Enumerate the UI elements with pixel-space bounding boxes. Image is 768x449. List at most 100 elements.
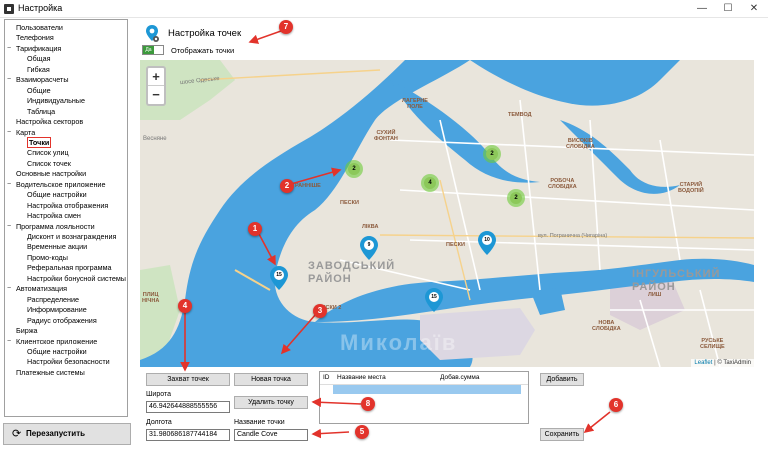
tree-expander-icon[interactable]: −: [7, 180, 15, 190]
longitude-field[interactable]: 31.980686187744184: [146, 429, 230, 441]
tree-item[interactable]: Таблица: [27, 107, 55, 117]
tree-item[interactable]: Реферальная программа: [27, 263, 112, 273]
tree-item[interactable]: Биржа: [16, 326, 38, 336]
tree-item[interactable]: Настройки безопасности: [27, 357, 110, 367]
grid-row-selected[interactable]: [333, 385, 521, 394]
tree-item-label: Платежные системы: [16, 367, 85, 377]
tree-expander-icon[interactable]: −: [7, 284, 15, 294]
map-cluster[interactable]: 4: [421, 174, 439, 192]
settings-tree[interactable]: Пользователи Телефония − Тарификация Общая Ги…: [4, 19, 128, 417]
tree-expander-icon[interactable]: −: [7, 337, 15, 347]
maximize-button[interactable]: ☐: [716, 1, 740, 16]
pin-count: 15: [429, 292, 439, 302]
tree-item[interactable]: Дисконт и вознаграждения: [27, 232, 116, 242]
capture-points-button[interactable]: Захват точек: [146, 373, 230, 386]
tree-item[interactable]: Основные настройки: [16, 169, 86, 179]
tree-item[interactable]: Общая: [27, 54, 51, 64]
tree-item[interactable]: Телефония: [16, 33, 54, 43]
tree-item-label: Телефония: [16, 33, 54, 43]
map-label-suhi: СУХИЙ ФОНТАН: [374, 130, 398, 142]
map-cluster[interactable]: 2: [507, 189, 525, 207]
tree-item[interactable]: Промо-коды: [27, 253, 68, 263]
tree-item-label: Тарификация: [16, 43, 62, 53]
pin-count: 10: [482, 235, 492, 245]
tree-item[interactable]: Индивидуальные: [27, 96, 85, 106]
tree-item[interactable]: Общие: [27, 86, 51, 96]
tree-item[interactable]: − Программа лояльности: [7, 221, 95, 232]
tree-item[interactable]: Общие настройки: [27, 190, 87, 200]
tree-item-label: Биржа: [16, 326, 38, 336]
map-label-temvod: ТЕМВОД: [508, 112, 532, 118]
tree-item-label: Программа лояльности: [16, 221, 95, 231]
map-label-city: Миколаїв: [340, 330, 458, 355]
restart-program-label: Перезапустить программу: [26, 429, 86, 438]
add-button[interactable]: Добавить: [540, 373, 584, 386]
latitude-field[interactable]: 46.942644888555556: [146, 401, 230, 413]
tree-item-label: Пользователи: [16, 23, 63, 32]
tree-item[interactable]: Гибкая: [27, 65, 50, 75]
tree-item[interactable]: Настройка секторов: [16, 117, 83, 127]
tree-item-label: Общие настройки: [27, 190, 87, 200]
page-title: Настройка точек: [168, 28, 242, 39]
tree-item[interactable]: − Тарификация: [7, 43, 62, 54]
restart-program-button[interactable]: ⟳ Перезапустить программу: [3, 423, 131, 445]
tree-item-label: Настройка отображения: [27, 200, 109, 210]
tree-item-label: Промо-коды: [27, 252, 68, 262]
map-label-pogranychna: вул. Погранична (Чигаріна): [538, 233, 608, 239]
tree-item[interactable]: − Автоматизация: [7, 284, 67, 294]
annotation-callout-5: 5: [355, 425, 369, 439]
map-label-ranishe: РАННІШЕ: [295, 183, 321, 189]
minimize-button[interactable]: —: [690, 1, 714, 16]
map-label-pisky-north: ПЕСКИ: [340, 200, 359, 206]
tree-item[interactable]: Платежные системы: [16, 368, 85, 378]
leaflet-link[interactable]: Leaflet: [694, 360, 712, 366]
map-label-lish: ЛИШ: [648, 292, 662, 298]
map-label-zavodsky: ЗАВОДСЬКИЙ РАЙОН: [308, 260, 396, 285]
tree-expander-icon[interactable]: −: [7, 44, 15, 54]
map-pin[interactable]: 10: [478, 231, 496, 255]
zoom-out-button[interactable]: −: [148, 86, 164, 104]
new-point-button[interactable]: Новая точка: [234, 373, 308, 386]
map-attribution: Leaflet | © TaxiAdmin: [691, 359, 754, 367]
annotation-callout-6: 6: [609, 398, 623, 412]
tree-item[interactable]: Точки: [27, 136, 52, 148]
tree-item[interactable]: Список точек: [27, 159, 71, 169]
tree-expander-icon[interactable]: −: [7, 222, 15, 232]
tree-item[interactable]: − Клиентское приложение: [7, 337, 97, 347]
cluster-count: 4: [424, 177, 436, 189]
map-cluster[interactable]: 2: [345, 160, 363, 178]
map-cluster[interactable]: 2: [483, 145, 501, 163]
tree-item[interactable]: Список улиц: [27, 148, 69, 158]
map-pin[interactable]: 15: [270, 266, 288, 290]
save-button[interactable]: Сохранить: [540, 428, 584, 441]
tree-expander-icon[interactable]: −: [7, 128, 15, 138]
places-grid[interactable]: ID Название места Добав.сумма: [319, 371, 529, 424]
point-name-field[interactable]: Candle Cove: [234, 429, 308, 441]
tree-item-label: Точки: [27, 136, 52, 148]
map-pin[interactable]: 9: [360, 236, 378, 260]
tree-item[interactable]: Пользователи: [16, 23, 63, 33]
tree-item[interactable]: Информирование: [27, 305, 87, 315]
delete-point-button[interactable]: Удалить точку: [234, 396, 308, 409]
tree-item[interactable]: − Взаиморасчеты: [7, 75, 69, 85]
show-points-toggle[interactable]: Да: [142, 45, 164, 55]
tree-expander-icon[interactable]: −: [7, 75, 15, 85]
zoom-in-button[interactable]: +: [148, 68, 164, 86]
title-bar: Настройка — ☐ ✕: [0, 0, 768, 18]
tree-item[interactable]: Общие настройки: [27, 347, 87, 357]
zoom-control: + −: [146, 66, 166, 106]
tree-item[interactable]: Распределение: [27, 295, 79, 305]
tree-item[interactable]: − Водительское приложение: [7, 180, 105, 190]
tree-item[interactable]: − Карта: [7, 128, 35, 138]
map-pin[interactable]: 15: [425, 288, 443, 312]
restart-icon: ⟳: [12, 428, 22, 440]
tree-item[interactable]: Временные акции: [27, 242, 87, 252]
tree-item[interactable]: Радиус отображения: [27, 316, 97, 326]
tree-item[interactable]: Настройки бонусной системы: [27, 274, 126, 284]
tree-item[interactable]: Настройка смен: [27, 211, 81, 221]
close-button[interactable]: ✕: [742, 1, 766, 16]
tree-item[interactable]: Настройка отображения: [27, 201, 108, 211]
map-view[interactable]: Весняне ЗАВОДСЬКИЙ РАЙОН ІНГУЛЬСЬКИЙ РАЙ…: [140, 60, 754, 367]
map-label-robocha: РОБОЧА СЛОБІДКА: [548, 178, 577, 190]
tree-item-label: Реферальная программа: [27, 263, 112, 273]
